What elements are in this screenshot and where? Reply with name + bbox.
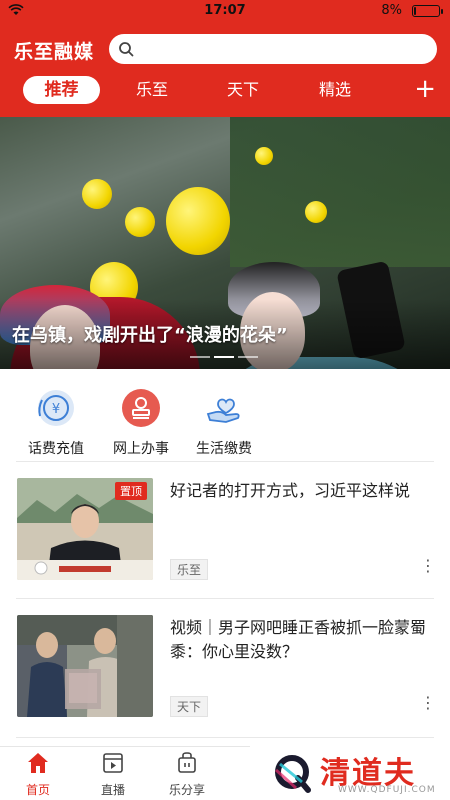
carousel-dot[interactable] — [238, 356, 258, 358]
share-bag-icon — [175, 752, 199, 779]
divider — [16, 737, 434, 738]
news-title: 视频｜男子网吧睡正香被抓一脸蒙蜀黍：你心里没数？ — [170, 618, 427, 661]
news-title: 好记者的打开方式，习近平这样说 — [170, 481, 411, 500]
service-utility-payment[interactable]: 生活缴费 — [184, 388, 264, 458]
service-online-affairs[interactable]: 网上办事 — [101, 388, 181, 458]
news-thumbnail: 置顶 — [17, 478, 153, 580]
search-box[interactable] — [109, 34, 437, 64]
tab-featured[interactable]: 精选 — [307, 76, 363, 104]
pinned-badge: 置顶 — [115, 482, 147, 500]
app-title: 乐至融媒 — [14, 41, 95, 63]
phone-bill-icon: ¥ — [36, 388, 76, 428]
bottom-nav: 首页 直播 乐分享 清道夫 WWW.QDFUJI.COM — [0, 746, 450, 800]
nav-label: 乐分享 — [168, 783, 205, 797]
watermark-logo — [272, 752, 314, 798]
svg-text:¥: ¥ — [52, 402, 60, 417]
nav-label: 首页 — [25, 783, 50, 797]
more-options-icon[interactable]: ⋮ — [420, 556, 436, 575]
tab-recommend[interactable]: 推荐 — [23, 76, 100, 104]
balloon — [305, 201, 327, 223]
service-label: 网上办事 — [113, 441, 169, 457]
watermark: 清道夫 WWW.QDFUJI.COM — [250, 746, 450, 800]
nav-live[interactable]: 直播 — [83, 751, 143, 798]
heart-hand-icon — [204, 388, 244, 428]
balloon — [255, 147, 273, 165]
banner-carousel[interactable]: 在乌镇，戏剧开出了“浪漫的花朵” — [0, 117, 450, 369]
nav-label: 直播 — [100, 783, 125, 797]
news-thumbnail — [17, 615, 153, 717]
search-icon — [118, 41, 134, 61]
service-label: 生活缴费 — [196, 441, 252, 457]
battery-percent: 8% — [381, 3, 402, 18]
watermark-url: WWW.QDFUJI.COM — [338, 785, 436, 795]
nav-share[interactable]: 乐分享 — [157, 751, 217, 798]
tab-world[interactable]: 天下 — [215, 76, 271, 104]
balloon — [166, 187, 230, 255]
news-tag: 天下 — [170, 696, 209, 717]
news-item[interactable]: 置顶 好记者的打开方式，习近平这样说 乐至 ⋮ — [0, 462, 450, 600]
header: 乐至融媒 推荐 乐至 天下 精选 + — [0, 22, 450, 117]
stamp-icon — [121, 388, 161, 428]
live-video-icon — [101, 753, 125, 779]
service-label: 话费充值 — [28, 441, 84, 457]
balloon — [82, 179, 112, 209]
category-tabs: 推荐 乐至 天下 精选 + — [0, 74, 450, 106]
service-phone-bill[interactable]: ¥ 话费充值 — [16, 388, 96, 458]
more-options-icon[interactable]: ⋮ — [420, 693, 436, 712]
balloon — [125, 207, 155, 237]
nav-home[interactable]: 首页 — [8, 751, 68, 798]
tab-lezhi[interactable]: 乐至 — [124, 76, 180, 104]
service-shortcuts: ¥ 话费充值 网上办事 生活缴费 — [0, 380, 450, 460]
search-input[interactable] — [141, 38, 421, 60]
banner-caption: 在乌镇，戏剧开出了“浪漫的花朵” — [12, 325, 288, 346]
carousel-indicator — [190, 356, 260, 360]
carousel-dot[interactable] — [214, 356, 234, 358]
battery-icon — [412, 5, 443, 17]
status-bar: 17:07 8% — [0, 0, 450, 22]
carousel-dot[interactable] — [190, 356, 210, 358]
add-tab-button[interactable]: + — [414, 74, 436, 104]
home-icon — [26, 753, 50, 779]
news-tag: 乐至 — [170, 559, 209, 580]
news-item[interactable]: 视频｜男子网吧睡正香被抓一脸蒙蜀黍：你心里没数？ 天下 ⋮ — [0, 599, 450, 737]
